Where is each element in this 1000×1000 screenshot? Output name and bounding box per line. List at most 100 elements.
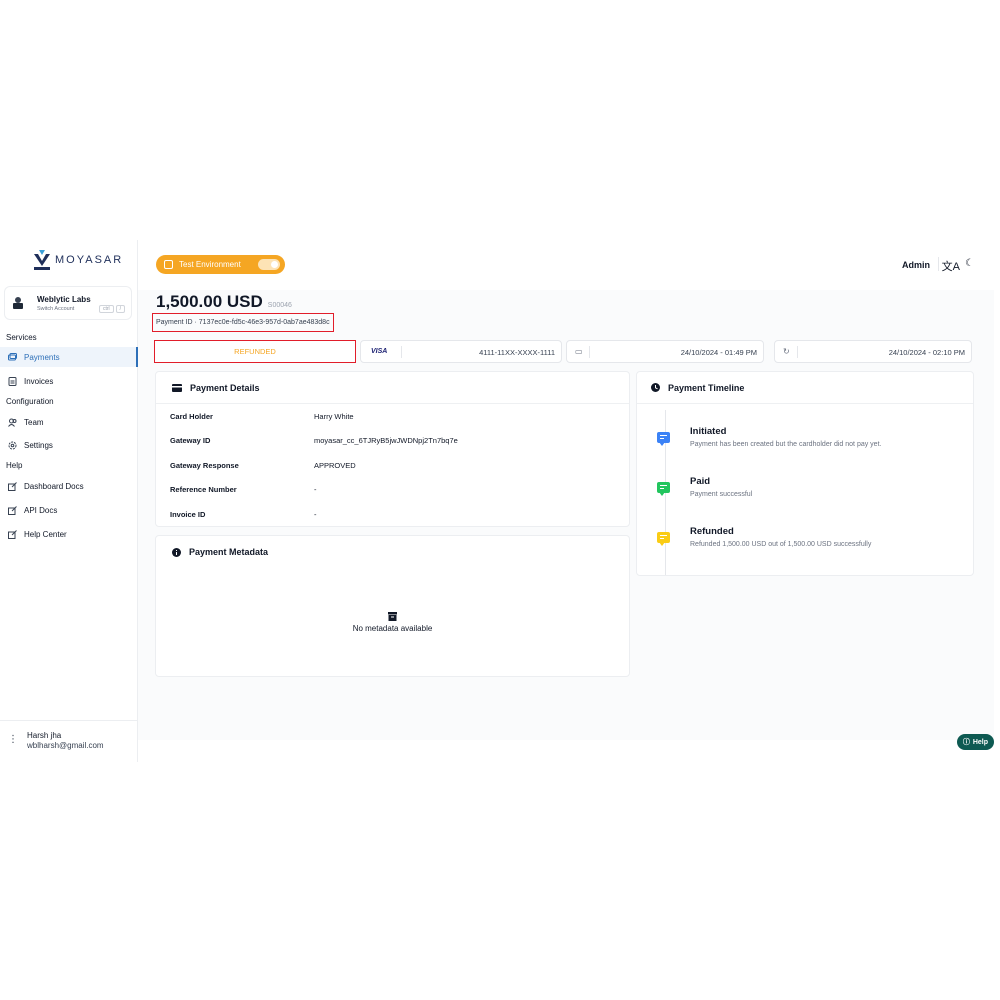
details-value: - xyxy=(314,509,317,519)
message-icon xyxy=(657,482,670,496)
details-value: Harry White xyxy=(314,411,354,421)
payment-header: 1,500.00 USD S00046 xyxy=(156,292,292,312)
details-row-gateway-id: Gateway ID moyasar_cc_6TJRyB5jwJWDNpj2Tn… xyxy=(156,429,629,454)
updated-at: ↻ 24/10/2024 - 02:10 PM xyxy=(774,340,972,363)
sidebar-item-api-docs[interactable]: API Docs xyxy=(0,500,138,520)
sidebar-item-invoices[interactable]: Invoices xyxy=(0,371,138,391)
sidebar: MOYASAR Weblytic Labs Switch Account ctr… xyxy=(0,240,138,762)
details-label: Card Holder xyxy=(170,411,213,421)
sidebar-item-help-center[interactable]: Help Center xyxy=(0,524,138,544)
env-switch[interactable] xyxy=(258,259,280,270)
details-row-invoice-id: Invoice ID - xyxy=(156,502,629,527)
payment-details-header: Payment Details xyxy=(156,372,629,404)
timeline-desc: Refunded 1,500.00 USD out of 1,500.00 US… xyxy=(690,541,872,548)
more-vertical-icon[interactable]: ⋮ xyxy=(8,731,18,762)
message-icon xyxy=(657,432,670,446)
divider xyxy=(589,346,590,358)
status-badge: REFUNDED xyxy=(154,340,356,363)
topbar-divider xyxy=(938,257,939,271)
moyasar-logo[interactable]: MOYASAR xyxy=(34,250,123,270)
details-label: Reference Number xyxy=(170,485,237,495)
payment-timeline-header: Payment Timeline xyxy=(637,372,973,404)
visa-logo-icon: VISA xyxy=(371,348,388,355)
refresh-icon: ↻ xyxy=(783,347,790,356)
card-number: 4111-11XX-XXXX-1111 xyxy=(479,348,555,357)
gear-icon xyxy=(8,441,17,449)
admin-label[interactable]: Admin xyxy=(902,260,930,270)
timeline-item-refunded: Refunded Refunded 1,500.00 USD out of 1,… xyxy=(657,526,871,548)
payment-id[interactable]: Payment ID · 7137ec0e-fd5c-46e3-957d-0ab… xyxy=(152,313,334,332)
invoice-icon xyxy=(8,376,17,386)
sidebar-item-team[interactable]: Team xyxy=(0,412,138,432)
switch-account-shortcut: ctrl / xyxy=(98,305,125,313)
sidebar-item-payments[interactable]: Payments xyxy=(0,347,138,367)
account-avatar xyxy=(13,297,23,309)
created-at: ▭ 24/10/2024 - 01:49 PM xyxy=(566,340,764,363)
metadata-empty-state: No metadata available xyxy=(156,568,629,676)
main-content: Test Environment Admin 文A ☾ 1,500.00 USD… xyxy=(138,240,1000,762)
help-button[interactable]: ⓘ Help xyxy=(956,734,994,750)
switch-account-label: Switch Account xyxy=(37,305,75,312)
question-icon: ⓘ xyxy=(962,739,970,746)
timeline-item-initiated: Initiated Payment has been created but t… xyxy=(657,426,881,448)
external-link-icon xyxy=(8,481,17,491)
divider xyxy=(401,346,402,358)
timeline-item-paid: Paid Payment successful xyxy=(657,476,752,498)
sidebar-item-label: API Docs xyxy=(24,505,58,515)
sidebar-item-label: Dashboard Docs xyxy=(24,481,84,491)
payment-code: S00046 xyxy=(267,302,292,309)
app-shell: MOYASAR Weblytic Labs Switch Account ctr… xyxy=(0,240,1000,762)
calendar-icon: ▭ xyxy=(575,347,583,356)
nav-section-configuration: Configuration xyxy=(6,397,54,406)
payment-details-title: Payment Details xyxy=(190,382,260,393)
empty-text: No metadata available xyxy=(352,623,433,633)
timeline-desc: Payment successful xyxy=(690,491,753,498)
created-at-value: 24/10/2024 - 01:49 PM xyxy=(680,348,757,357)
payment-page: 1,500.00 USD S00046 Payment ID · 7137ec0… xyxy=(138,290,994,740)
dark-mode-icon[interactable]: ☾ xyxy=(965,258,974,269)
details-label: Gateway ID xyxy=(170,436,211,446)
payments-icon xyxy=(8,352,17,360)
help-label: Help xyxy=(972,738,988,746)
payment-metadata-title: Payment Metadata xyxy=(189,547,269,557)
shortcut-key-ctrl: ctrl xyxy=(98,305,114,313)
user-email: wblharsh@gmail.com xyxy=(27,741,104,750)
account-switcher[interactable]: Weblytic Labs Switch Account ctrl / xyxy=(4,286,132,320)
test-environment-toggle[interactable]: Test Environment xyxy=(156,255,285,274)
credit-card-icon xyxy=(172,383,182,392)
timeline-desc: Payment has been created but the cardhol… xyxy=(690,441,882,448)
payment-details-card: Payment Details Card Holder Harry White … xyxy=(155,371,630,527)
details-row-gateway-response: Gateway Response APPROVED xyxy=(156,453,629,478)
payment-amount: 1,500.00 USD xyxy=(156,292,263,311)
sidebar-item-label: Invoices xyxy=(24,376,54,386)
sidebar-item-settings[interactable]: Settings xyxy=(0,435,138,455)
user-name: Harsh jha xyxy=(27,731,62,740)
sidebar-item-label: Settings xyxy=(24,440,53,450)
moyasar-logo-icon xyxy=(34,250,50,270)
shortcut-key-slash: / xyxy=(115,305,125,313)
sidebar-item-dashboard-docs[interactable]: Dashboard Docs xyxy=(0,476,138,496)
details-value[interactable]: moyasar_cc_6TJRyB5jwJWDNpj2Tn7bq7e xyxy=(314,436,458,445)
archive-icon xyxy=(388,611,397,621)
external-link-icon xyxy=(8,529,17,539)
message-icon xyxy=(657,532,670,546)
details-label: Gateway Response xyxy=(170,460,239,470)
translate-icon[interactable]: 文A xyxy=(942,258,960,274)
sidebar-item-label: Help Center xyxy=(24,529,67,539)
payment-timeline-card: Payment Timeline Initiated Payment has b… xyxy=(636,371,974,576)
user-menu[interactable]: ⋮ Harsh jha wblharsh@gmail.com xyxy=(0,720,138,762)
details-label: Invoice ID xyxy=(170,509,206,519)
terminal-icon xyxy=(164,260,173,269)
payment-summary-row: REFUNDED VISA 4111-11XX-XXXX-1111 ▭ 24/1… xyxy=(154,340,974,363)
timeline-title: Paid xyxy=(690,476,711,487)
details-row-card-holder: Card Holder Harry White xyxy=(156,404,629,429)
info-icon xyxy=(172,547,181,557)
sidebar-item-label: Team xyxy=(24,417,44,427)
clock-icon xyxy=(651,383,660,392)
account-name: Weblytic Labs xyxy=(37,294,91,304)
sidebar-item-label: Payments xyxy=(24,352,60,362)
team-icon xyxy=(8,418,17,427)
payment-timeline-title: Payment Timeline xyxy=(668,382,745,393)
updated-at-value: 24/10/2024 - 02:10 PM xyxy=(888,348,965,357)
payment-metadata-header: Payment Metadata xyxy=(156,536,629,568)
